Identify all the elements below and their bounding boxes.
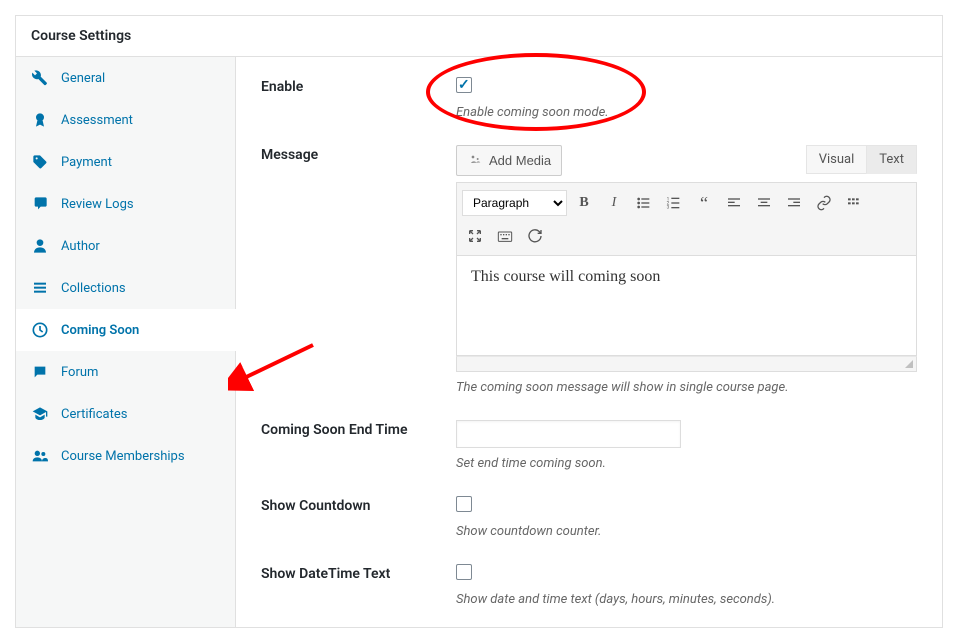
bold-button[interactable]: B	[569, 189, 599, 217]
svg-text:3: 3	[667, 204, 670, 210]
checkbox-enable[interactable]	[456, 77, 472, 93]
number-list-button[interactable]: 123	[659, 189, 689, 217]
label-end-time: Coming Soon End Time	[261, 420, 456, 471]
course-settings-panel: Course Settings General Assessment Payme…	[15, 15, 943, 628]
settings-sidebar: General Assessment Payment Review Logs A…	[16, 57, 236, 627]
label-countdown: Show Countdown	[261, 496, 456, 539]
input-end-time[interactable]	[456, 420, 681, 448]
label-enable: Enable	[261, 77, 456, 120]
panel-title: Course Settings	[16, 16, 942, 57]
field-countdown: Show Countdown Show countdown counter.	[261, 496, 917, 539]
editor-tabs: VisualText	[807, 145, 917, 174]
add-media-label: Add Media	[489, 153, 551, 168]
control-datetime-text: Show date and time text (days, hours, mi…	[456, 564, 917, 607]
hint-end-time: Set end time coming soon.	[456, 456, 917, 471]
control-enable: Enable coming soon mode.	[456, 77, 917, 120]
control-countdown: Show countdown counter.	[456, 496, 917, 539]
sidebar-item-label: Assessment	[61, 113, 133, 128]
sidebar-item-label: Payment	[61, 155, 112, 170]
resize-handle[interactable]	[456, 356, 917, 372]
sidebar-item-label: Course Memberships	[61, 449, 185, 464]
sidebar-item-certificates[interactable]: Certificates	[16, 393, 235, 435]
sidebar-item-label: Certificates	[61, 407, 127, 422]
sidebar-item-label: Review Logs	[61, 197, 134, 212]
keyboard-button[interactable]	[490, 222, 520, 250]
sidebar-item-collections[interactable]: Collections	[16, 267, 235, 309]
align-right-button[interactable]	[779, 189, 809, 217]
bullet-list-button[interactable]	[629, 189, 659, 217]
sidebar-item-forum[interactable]: Forum	[16, 351, 235, 393]
italic-button[interactable]: I	[599, 189, 629, 217]
hint-enable: Enable coming soon mode.	[456, 105, 917, 120]
group-icon	[31, 448, 49, 464]
sidebar-item-author[interactable]: Author	[16, 225, 235, 267]
hint-message: The coming soon message will show in sin…	[456, 380, 917, 395]
label-datetime-text: Show DateTime Text	[261, 564, 456, 607]
label-message: Message	[261, 145, 456, 395]
align-left-button[interactable]	[719, 189, 749, 217]
sidebar-item-label: Forum	[61, 365, 98, 380]
checkbox-countdown[interactable]	[456, 496, 472, 512]
sidebar-item-memberships[interactable]: Course Memberships	[16, 435, 235, 477]
editor-content[interactable]: This course will coming soon	[456, 256, 917, 356]
link-button[interactable]	[809, 189, 839, 217]
sidebar-item-label: Coming Soon	[61, 323, 139, 338]
hint-countdown: Show countdown counter.	[456, 524, 917, 539]
comments-icon	[31, 196, 49, 212]
fullscreen-button[interactable]	[460, 222, 490, 250]
sidebar-item-label: Collections	[61, 281, 126, 296]
user-icon	[31, 238, 49, 254]
control-end-time: Set end time coming soon.	[456, 420, 917, 471]
field-enable: Enable Enable coming soon mode.	[261, 77, 917, 120]
hint-datetime-text: Show date and time text (days, hours, mi…	[456, 592, 917, 607]
media-icon	[467, 151, 483, 170]
tag-icon	[31, 154, 49, 170]
list-icon	[31, 280, 49, 296]
sidebar-item-coming-soon[interactable]: Coming Soon	[16, 309, 236, 351]
editor-toolbar: Paragraph B I 123 “	[456, 182, 917, 256]
format-select[interactable]: Paragraph	[462, 190, 567, 216]
sidebar-item-label: General	[61, 71, 105, 86]
quote-button[interactable]: “	[689, 189, 719, 217]
graduation-icon	[31, 406, 49, 422]
sidebar-item-review-logs[interactable]: Review Logs	[16, 183, 235, 225]
sidebar-item-label: Author	[61, 239, 100, 254]
sidebar-item-assessment[interactable]: Assessment	[16, 99, 235, 141]
settings-content: Enable Enable coming soon mode. Message …	[236, 57, 942, 627]
add-media-button[interactable]: Add Media	[456, 145, 562, 176]
field-datetime-text: Show DateTime Text Show date and time te…	[261, 564, 917, 607]
refresh-button[interactable]	[520, 222, 550, 250]
align-center-button[interactable]	[749, 189, 779, 217]
clock-icon	[31, 322, 49, 338]
tab-visual[interactable]: Visual	[806, 145, 868, 174]
field-end-time: Coming Soon End Time Set end time coming…	[261, 420, 917, 471]
field-message: Message Add Media VisualText	[261, 145, 917, 395]
forum-icon	[31, 364, 49, 380]
sidebar-item-general[interactable]: General	[16, 57, 235, 99]
award-icon	[31, 112, 49, 128]
control-message: Add Media VisualText Paragraph B I	[456, 145, 917, 395]
wrench-icon	[31, 70, 49, 86]
more-button[interactable]	[839, 189, 869, 217]
tab-text[interactable]: Text	[866, 145, 917, 174]
checkbox-datetime-text[interactable]	[456, 564, 472, 580]
sidebar-item-payment[interactable]: Payment	[16, 141, 235, 183]
